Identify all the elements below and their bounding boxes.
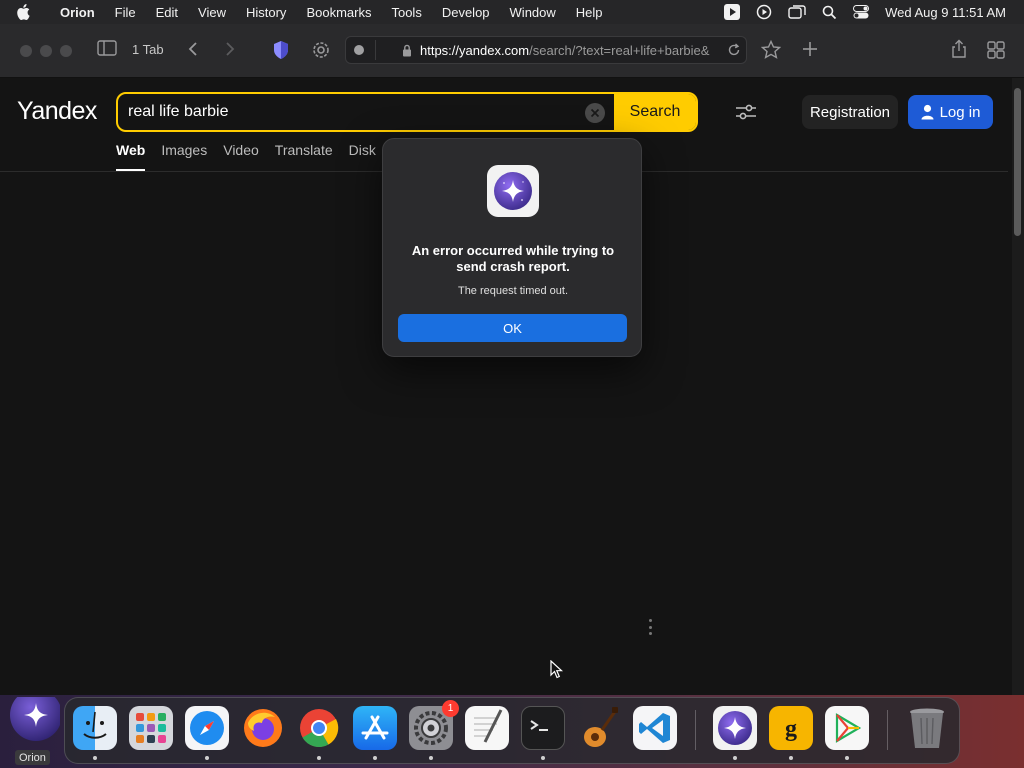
control-center-icon[interactable] xyxy=(853,5,870,19)
dock-running-dot xyxy=(733,756,737,760)
dock-separator xyxy=(887,710,888,750)
launchpad-icon[interactable] xyxy=(129,706,173,750)
dock-running-dot xyxy=(429,756,433,760)
menu-bar: Orion File Edit View History Bookmarks T… xyxy=(0,0,1024,24)
address-bar[interactable]: https://yandex.com/search/?text=real+lif… xyxy=(345,36,747,64)
mouse-cursor-icon xyxy=(550,659,564,685)
close-window-button[interactable] xyxy=(20,45,32,57)
search-box: Search xyxy=(116,92,698,132)
browser-toolbar: 1 Tab https://yandex.com/search/?text=re… xyxy=(0,24,1024,78)
url-text[interactable]: https://yandex.com/search/?text=real+lif… xyxy=(420,43,720,58)
dock-running-dot xyxy=(317,756,321,760)
dock-running-dot xyxy=(93,756,97,760)
back-arrow-icon[interactable] xyxy=(187,41,199,57)
menu-develop[interactable]: Develop xyxy=(432,5,500,20)
orion-icon[interactable] xyxy=(713,706,757,750)
orion-app-icon xyxy=(487,165,539,217)
dock-running-dot xyxy=(789,756,793,760)
firefox-icon[interactable] xyxy=(241,706,285,750)
tab-overview-icon[interactable] xyxy=(987,41,1005,59)
url-path: /search/?text=real+life+barbie& xyxy=(529,43,710,58)
window-switcher-icon[interactable] xyxy=(788,5,806,19)
login-button-label: Log in xyxy=(939,103,981,121)
search-input[interactable] xyxy=(128,101,578,123)
tab-disk[interactable]: Disk xyxy=(349,142,376,171)
menu-file[interactable]: File xyxy=(105,5,146,20)
tab-web[interactable]: Web xyxy=(116,142,146,171)
tab-video[interactable]: Video xyxy=(223,142,259,171)
chrome-icon[interactable] xyxy=(297,706,341,750)
clear-x-icon xyxy=(590,108,600,118)
play-store-icon[interactable] xyxy=(825,706,869,750)
menu-bookmarks[interactable]: Bookmarks xyxy=(296,5,381,20)
login-button[interactable]: Log in xyxy=(908,95,993,129)
scrollbar-thumb[interactable] xyxy=(1014,88,1021,236)
spotlight-search-icon[interactable] xyxy=(822,5,837,20)
zoom-window-button[interactable] xyxy=(60,45,72,57)
dialog-message: The request timed out. xyxy=(457,285,569,297)
vscode-icon[interactable] xyxy=(633,706,677,750)
menu-view[interactable]: View xyxy=(188,5,236,20)
url-divider xyxy=(375,40,376,60)
orion-icon xyxy=(10,689,62,741)
dock-separator xyxy=(695,710,696,750)
yandex-logo[interactable]: Yandex xyxy=(17,97,97,126)
dialog-title: An error occurred while trying to send c… xyxy=(411,243,615,274)
dock-running-dot xyxy=(205,756,209,760)
finder-icon[interactable] xyxy=(73,706,117,750)
dock-tooltip-orion: Orion xyxy=(15,750,50,765)
safari-icon[interactable] xyxy=(185,706,229,750)
app-store-icon[interactable] xyxy=(353,706,397,750)
menu-tools[interactable]: Tools xyxy=(381,5,431,20)
bookmark-star-icon[interactable] xyxy=(761,40,781,59)
menu-help[interactable]: Help xyxy=(566,5,613,20)
extensions-gear-icon[interactable] xyxy=(311,40,331,60)
site-indicator-icon[interactable] xyxy=(354,45,364,55)
registration-button[interactable]: Registration xyxy=(802,95,898,129)
notification-badge: 1 xyxy=(442,700,459,717)
tab-images[interactable]: Images xyxy=(161,142,207,171)
apple-menu-icon[interactable] xyxy=(16,4,40,20)
search-filters-icon[interactable] xyxy=(731,98,761,126)
error-dialog: An error occurred while trying to send c… xyxy=(382,138,642,357)
menu-app-name[interactable]: Orion xyxy=(50,5,105,20)
menu-edit[interactable]: Edit xyxy=(146,5,188,20)
dock-running-dot xyxy=(541,756,545,760)
ok-button[interactable]: OK xyxy=(398,314,627,342)
menu-history[interactable]: History xyxy=(236,5,296,20)
trash-icon[interactable] xyxy=(905,706,949,750)
tab-count[interactable]: 1 Tab xyxy=(132,42,164,57)
menu-window[interactable]: Window xyxy=(500,5,566,20)
dock: 1 g xyxy=(64,697,960,764)
search-nav-tabs: Web Images Video Translate Disk xyxy=(116,142,392,172)
page-scrollbar[interactable] xyxy=(1012,78,1024,695)
search-button[interactable]: Search xyxy=(614,94,696,130)
clear-search-button[interactable] xyxy=(585,103,605,123)
dock-running-dot xyxy=(373,756,377,760)
lock-icon xyxy=(402,44,412,62)
user-icon xyxy=(921,104,934,120)
dock-orion-pinned[interactable] xyxy=(4,689,68,745)
new-tab-plus-icon[interactable] xyxy=(801,40,819,58)
sidebar-toggle-icon[interactable] xyxy=(97,40,117,56)
textedit-icon[interactable] xyxy=(465,706,509,750)
url-host: https://yandex.com xyxy=(420,43,530,58)
guitar-icon[interactable] xyxy=(577,706,621,750)
share-icon[interactable] xyxy=(950,39,968,59)
reload-icon[interactable] xyxy=(727,43,741,62)
tab-translate[interactable]: Translate xyxy=(275,142,333,171)
svg-text:g: g xyxy=(785,716,797,742)
media-play-icon[interactable] xyxy=(724,4,741,20)
dock-running-dot xyxy=(845,756,849,760)
screen-recording-icon[interactable] xyxy=(756,4,772,20)
grammarly-icon[interactable]: g xyxy=(769,706,813,750)
terminal-icon[interactable] xyxy=(521,706,565,750)
settings-icon[interactable]: 1 xyxy=(409,700,459,750)
forward-arrow-icon[interactable] xyxy=(224,41,236,57)
privacy-shield-icon[interactable] xyxy=(272,40,290,60)
minimize-window-button[interactable] xyxy=(40,45,52,57)
menu-clock[interactable]: Wed Aug 9 11:51 AM xyxy=(885,5,1006,20)
more-options-icon[interactable] xyxy=(646,619,654,635)
